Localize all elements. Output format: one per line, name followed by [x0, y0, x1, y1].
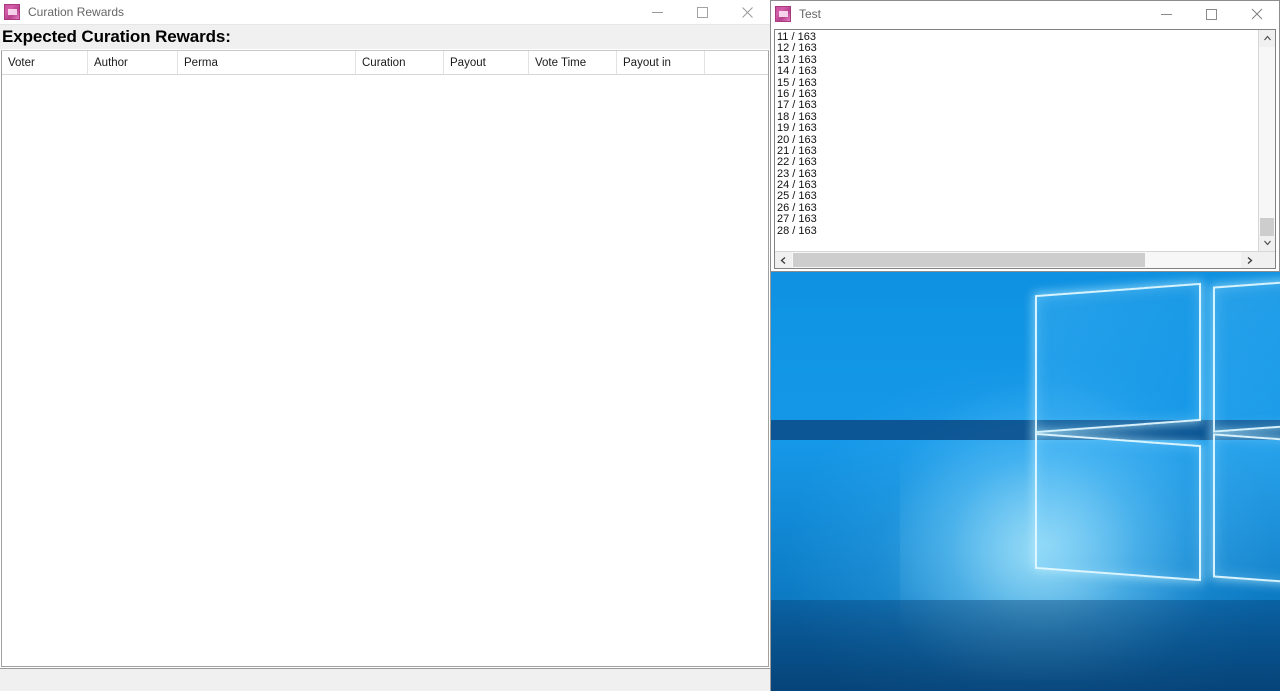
wallpaper-horizon-band [770, 420, 1280, 440]
test-listbox-row: 11 / 163 12 / 163 13 / 163 14 / 163 15 / 163… [775, 30, 1275, 251]
python-tk-icon [4, 4, 20, 20]
list-item[interactable]: 25 / 163 [777, 191, 1258, 203]
column-header-author[interactable]: Author [88, 51, 178, 74]
window-title-curation-rewards: Curation Rewards [28, 5, 125, 19]
table-body[interactable] [2, 75, 768, 666]
vertical-scroll-thumb[interactable] [1260, 218, 1274, 236]
test-client-area: 11 / 163 12 / 163 13 / 163 14 / 163 15 / 163… [774, 29, 1276, 269]
list-item[interactable]: 21 / 163 [777, 145, 1258, 157]
list-item[interactable]: 17 / 163 [777, 99, 1258, 111]
list-item[interactable]: 16 / 163 [777, 88, 1258, 100]
scroll-right-arrow-icon[interactable] [1241, 252, 1258, 268]
wallpaper-floor-shade [770, 600, 1280, 691]
list-item[interactable]: 28 / 163 [777, 225, 1258, 237]
titlebar-curation-rewards[interactable]: Curation Rewards [0, 0, 770, 25]
list-item[interactable]: 27 / 163 [777, 213, 1258, 225]
wallpaper-logo-pane-top-right [1213, 275, 1280, 433]
table-header-row: Voter Author Perma Curation Payout Vote Time P… [2, 51, 768, 75]
wallpaper-logo-pane-bottom-left [1035, 432, 1201, 582]
scroll-up-arrow-icon[interactable] [1259, 30, 1275, 47]
list-item[interactable]: 24 / 163 [777, 179, 1258, 191]
close-button[interactable] [725, 0, 770, 24]
horizontal-scroll-track[interactable] [792, 252, 1241, 268]
list-item[interactable]: 20 / 163 [777, 134, 1258, 146]
python-tk-icon [775, 6, 791, 22]
scroll-down-arrow-icon[interactable] [1259, 234, 1275, 251]
progress-listbox[interactable]: 11 / 163 12 / 163 13 / 163 14 / 163 15 / 163… [775, 30, 1258, 251]
list-item[interactable]: 14 / 163 [777, 65, 1258, 77]
titlebar-buttons-test [1144, 1, 1279, 27]
window-test[interactable]: Test 11 / 163 12 / 163 13 / 163 14 / 163 15 … [770, 0, 1280, 272]
minimize-button[interactable] [635, 0, 680, 24]
column-header-payout[interactable]: Payout [444, 51, 529, 74]
maximize-button[interactable] [1189, 1, 1234, 27]
list-item[interactable]: 26 / 163 [777, 202, 1258, 214]
titlebar-buttons-curation [635, 0, 770, 24]
list-item[interactable]: 22 / 163 [777, 156, 1258, 168]
column-header-perma[interactable]: Perma [178, 51, 356, 74]
list-item[interactable]: 23 / 163 [777, 168, 1258, 180]
vertical-scroll-track[interactable] [1259, 47, 1275, 236]
maximize-button[interactable] [680, 0, 725, 24]
column-header-voter[interactable]: Voter [2, 51, 88, 74]
close-button[interactable] [1234, 1, 1279, 27]
wallpaper-logo-pane-bottom-right [1213, 433, 1280, 589]
scroll-left-arrow-icon[interactable] [775, 252, 792, 268]
titlebar-test[interactable]: Test [771, 1, 1279, 27]
screen: Curation Rewards Expected Curation Rewar… [0, 0, 1280, 691]
scrollbar-corner [1258, 252, 1275, 268]
curation-rewards-table[interactable]: Voter Author Perma Curation Payout Vote Time P… [1, 50, 769, 667]
list-item[interactable]: 12 / 163 [777, 42, 1258, 54]
window-title-test: Test [799, 7, 822, 21]
horizontal-scrollbar[interactable] [775, 251, 1275, 268]
list-item[interactable]: 18 / 163 [777, 111, 1258, 123]
wallpaper-logo-pane-top-left [1035, 282, 1201, 434]
minimize-button[interactable] [1144, 1, 1189, 27]
page-title: Expected Curation Rewards: [2, 27, 231, 46]
list-item[interactable]: 15 / 163 [777, 77, 1258, 89]
column-header-payout-in[interactable]: Payout in [617, 51, 705, 74]
vertical-scrollbar[interactable] [1258, 30, 1275, 251]
column-header-curation[interactable]: Curation [356, 51, 444, 74]
list-item[interactable]: 19 / 163 [777, 122, 1258, 134]
list-item[interactable]: 11 / 163 [777, 31, 1258, 43]
window-bottom-strip [0, 668, 770, 691]
horizontal-scroll-thumb[interactable] [793, 253, 1145, 267]
window-curation-rewards[interactable]: Curation Rewards Expected Curation Rewar… [0, 0, 771, 691]
heading-bar: Expected Curation Rewards: [0, 25, 770, 49]
column-header-vote-time[interactable]: Vote Time [529, 51, 617, 74]
list-item[interactable]: 13 / 163 [777, 54, 1258, 66]
